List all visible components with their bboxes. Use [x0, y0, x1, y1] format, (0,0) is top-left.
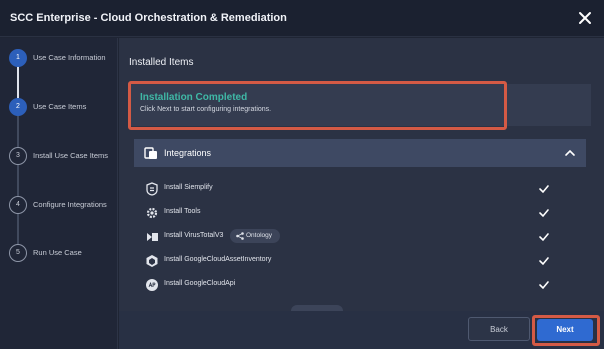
- ontology-icon: [236, 232, 244, 240]
- step-label: Configure Integrations: [33, 200, 107, 209]
- item-label: Install GoogleCloudAssetInventory: [164, 256, 272, 263]
- check-icon: [539, 209, 549, 218]
- api-icon: [146, 279, 158, 291]
- item-label: Install GoogleCloudApi: [164, 280, 236, 287]
- integrations-header[interactable]: Integrations: [134, 139, 586, 167]
- check-icon: [539, 257, 549, 266]
- list-item: Install Siemplify: [145, 181, 555, 197]
- step-label: Use Case Items: [33, 102, 87, 111]
- step-label: Run Use Case: [33, 248, 82, 257]
- dialog-titlebar: SCC Enterprise - Cloud Orchestration & R…: [0, 0, 604, 37]
- step-run-use-case[interactable]: 5 Run Use Case: [9, 244, 119, 262]
- hexagon-icon: [146, 255, 158, 267]
- virustotal-icon: [147, 233, 158, 241]
- list-item: Install Tools: [145, 205, 555, 221]
- step-configure-integrations[interactable]: 4 Configure Integrations: [9, 196, 119, 214]
- integrations-label: Integrations: [164, 148, 212, 158]
- check-icon: [539, 281, 549, 290]
- list-item: Install GoogleCloudApi: [145, 277, 555, 293]
- item-label: Install VirusTotalV3: [164, 232, 224, 239]
- chevron-up-icon[interactable]: [564, 147, 576, 159]
- step-number: 2: [9, 98, 27, 116]
- list-item: Install VirusTotalV3 Ontology: [145, 229, 555, 245]
- step-number: 1: [9, 49, 27, 67]
- tag-label: Ontology: [246, 232, 273, 239]
- check-icon: [539, 185, 549, 194]
- siemplify-icon: [146, 182, 158, 196]
- item-label: Install Tools: [164, 208, 201, 215]
- step-use-case-items[interactable]: 2 Use Case Items: [9, 98, 119, 116]
- step-label: Use Case Information: [33, 53, 106, 62]
- ontology-tag[interactable]: Ontology: [230, 229, 280, 243]
- item-label: Install Siemplify: [164, 184, 213, 191]
- step-number: 5: [9, 244, 27, 262]
- step-install-use-case-items[interactable]: 3 Install Use Case Items: [9, 147, 119, 165]
- list-item: Install GoogleCloudAssetInventory: [145, 253, 555, 269]
- section-title: Installed Items: [129, 57, 194, 68]
- banner-highlight-box: [128, 81, 507, 130]
- step-use-case-information[interactable]: 1 Use Case Information: [9, 49, 119, 67]
- back-button[interactable]: Back: [468, 317, 530, 341]
- gear-icon: [146, 207, 158, 219]
- step-number: 4: [9, 196, 27, 214]
- dialog-title: SCC Enterprise - Cloud Orchestration & R…: [10, 12, 287, 24]
- step-label: Install Use Case Items: [33, 151, 109, 160]
- close-icon[interactable]: [576, 9, 594, 27]
- check-icon: [539, 233, 549, 242]
- next-highlight-box: [532, 315, 600, 346]
- step-number: 3: [9, 147, 27, 165]
- wizard-steps: 1 Use Case Information 2 Use Case Items …: [0, 38, 118, 349]
- integrations-icon: [144, 147, 157, 159]
